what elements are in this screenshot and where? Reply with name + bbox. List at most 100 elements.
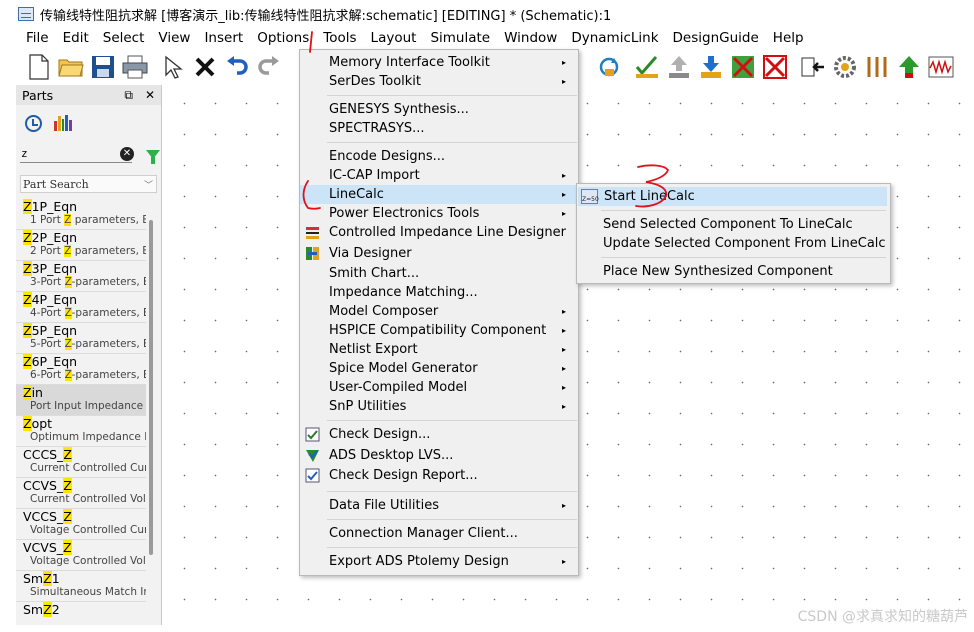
clear-search-icon[interactable]: ✕ [120, 147, 134, 161]
menu-simulate[interactable]: Simulate [423, 28, 497, 49]
menu-view[interactable]: View [151, 28, 197, 49]
part-list-item[interactable]: Z1P_Eqn1 Port Z parameters, Eq [16, 199, 146, 230]
parts-search-input[interactable] [20, 145, 132, 163]
linecalc-menu-item[interactable]: Place New Synthesized Component [577, 262, 890, 281]
history-clock-icon[interactable] [25, 114, 42, 132]
part-list-item[interactable]: SmZ1 Simultaneous Match In [16, 571, 146, 602]
filter-funnel-icon[interactable] [146, 149, 160, 164]
deactivate-icon[interactable] [728, 52, 758, 82]
part-list-item[interactable]: CCCS_Z Current Controlled Curr [16, 447, 146, 478]
part-description: Port Input Impedance [30, 400, 144, 412]
menu-separator [327, 490, 577, 492]
part-list-item[interactable]: CCVS_Z Current Controlled Volt [16, 478, 146, 509]
tools-menu-item[interactable]: Export ADS Ptolemy Design ▸ [300, 552, 578, 571]
tools-menu-item[interactable]: SerDes Toolkit ▸ [300, 72, 578, 91]
menu-layout[interactable]: Layout [364, 28, 424, 49]
tools-menu-item[interactable]: IC-CAP Import ▸ [300, 166, 578, 185]
tools-menu-item[interactable]: ADS Desktop LVS... [300, 446, 578, 465]
upload-icon[interactable] [664, 52, 694, 82]
tools-menu-item[interactable]: Via Designer [300, 244, 578, 263]
undo-icon[interactable] [222, 52, 252, 82]
part-list-item[interactable]: VCCS_Z Voltage Controlled Curr [16, 509, 146, 540]
tools-menu-item[interactable]: Connection Manager Client... [300, 524, 578, 543]
part-search-dropdown[interactable]: Part Search ﹀ [20, 175, 157, 193]
tools-menu-item[interactable]: LineCalc ▸ [300, 185, 578, 204]
tools-menu-item[interactable]: User-Compiled Model ▸ [300, 378, 578, 397]
tools-menu-item[interactable]: Check Design... [300, 425, 578, 444]
tools-menu-item[interactable]: SnP Utilities ▸ [300, 397, 578, 416]
tools-menu-item[interactable]: Impedance Matching... [300, 283, 578, 302]
tools-menu-item[interactable]: Power Electronics Tools ▸ [300, 204, 578, 223]
tools-menu-item[interactable]: Netlist Export ▸ [300, 340, 578, 359]
part-list-item[interactable]: Z5P_Eqn5-Port Z-parameters, Eq [16, 323, 146, 354]
part-list-item[interactable]: Z2P_Eqn2 Port Z parameters, Eq [16, 230, 146, 261]
part-name: VCVS_Z [23, 540, 72, 555]
menu-item-label: User-Compiled Model [329, 380, 468, 395]
menu-dynamiclink[interactable]: DynamicLink [564, 28, 665, 49]
part-list-item[interactable]: SmZ2 [16, 602, 146, 625]
menu-help[interactable]: Help [766, 28, 811, 49]
submenu-arrow-icon: ▸ [561, 383, 566, 392]
part-list-item[interactable]: VCVS_Z Voltage Controlled Volt [16, 540, 146, 571]
part-list-item[interactable]: Z4P_Eqn4-Port Z-parameters, Eq [16, 292, 146, 323]
open-folder-icon[interactable] [56, 52, 86, 82]
part-list-item[interactable]: Zopt Optimum Impedance F [16, 416, 146, 447]
tools-menu-item[interactable]: Encode Designs... [300, 147, 578, 166]
part-list-item[interactable]: Zin Port Input Impedance [16, 385, 146, 416]
submenu-arrow-icon: ▸ [561, 364, 566, 373]
lvs-icon [305, 448, 320, 463]
tools-menu-item[interactable]: Controlled Impedance Line Designer [300, 223, 578, 242]
tools-menu-item[interactable]: Memory Interface Toolkit ▸ [300, 53, 578, 72]
menu-item-label: Model Composer [329, 304, 439, 319]
print-icon[interactable] [120, 52, 150, 82]
menu-designguide[interactable]: DesignGuide [666, 28, 766, 49]
menu-item-label: Encode Designs... [329, 149, 445, 164]
deactivate-short-icon[interactable] [760, 52, 790, 82]
menu-item-label: ADS Desktop LVS... [329, 447, 454, 463]
menu-item-label: SnP Utilities [329, 399, 407, 414]
linecalc-menu-item[interactable]: Send Selected Component To LineCalc [577, 215, 890, 234]
tools-menu-item[interactable]: SPECTRASYS... [300, 119, 578, 138]
linecalc-menu-item[interactable]: Start LineCalc Z=50 [578, 187, 887, 206]
menu-window[interactable]: Window [497, 28, 564, 49]
tools-menu-item[interactable]: HSPICE Compatibility Component ▸ [300, 321, 578, 340]
match-highlight: Z [64, 245, 72, 257]
menu-insert[interactable]: Insert [197, 28, 250, 49]
match-highlight: Z [64, 214, 72, 226]
tools-menu-item[interactable]: GENESYS Synthesis... [300, 100, 578, 119]
menu-select[interactable]: Select [96, 28, 152, 49]
waveform-icon[interactable] [926, 52, 956, 82]
parts-list-scrollbar[interactable] [149, 220, 153, 555]
gear-icon[interactable] [830, 52, 860, 82]
match-highlight: Z [23, 385, 32, 400]
push-up-icon[interactable] [894, 52, 924, 82]
checklist-icon[interactable] [632, 52, 662, 82]
tuning-icon[interactable] [862, 52, 892, 82]
tools-menu-item[interactable]: Spice Model Generator ▸ [300, 359, 578, 378]
library-books-icon[interactable] [54, 115, 72, 131]
delete-x-icon[interactable] [190, 52, 220, 82]
part-description: Current Controlled Volt [30, 493, 146, 505]
download-icon[interactable] [696, 52, 726, 82]
refresh-arrows-icon[interactable] [594, 52, 624, 82]
menu-file[interactable]: File [19, 28, 56, 49]
part-list-item[interactable]: Z6P_Eqn6-Port Z-parameters, Eq [16, 354, 146, 385]
float-panel-icon[interactable]: ⧉ [124, 88, 133, 102]
match-highlight: Z [63, 540, 72, 555]
tools-menu-item[interactable]: Smith Chart... [300, 264, 578, 283]
part-description: 6-Port Z-parameters, Eq [30, 369, 146, 381]
new-document-icon[interactable] [24, 52, 54, 82]
tools-menu-item[interactable]: Model Composer ▸ [300, 302, 578, 321]
close-panel-icon[interactable]: ✕ [145, 88, 155, 102]
redo-icon[interactable] [254, 52, 284, 82]
menu-item-label: Controlled Impedance Line Designer [329, 225, 566, 240]
linecalc-menu-item[interactable]: Update Selected Component From LineCalc [577, 234, 890, 253]
export-icon[interactable] [798, 52, 828, 82]
select-arrow-icon[interactable] [158, 52, 188, 82]
menu-edit[interactable]: Edit [56, 28, 96, 49]
tools-menu-item[interactable]: Check Design Report... [300, 466, 578, 485]
part-description: 1 Port Z parameters, Eq [30, 214, 146, 226]
tools-menu-item[interactable]: Data File Utilities ▸ [300, 496, 578, 515]
part-list-item[interactable]: Z3P_Eqn3-Port Z-parameters, Eq [16, 261, 146, 292]
save-icon[interactable] [88, 52, 118, 82]
